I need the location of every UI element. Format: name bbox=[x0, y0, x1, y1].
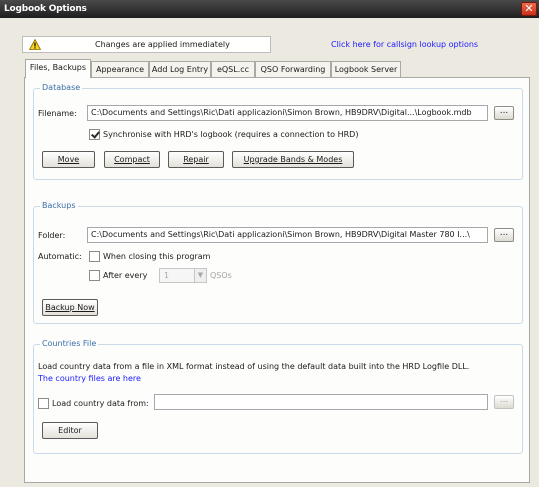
when-closing-label: When closing this program bbox=[103, 252, 211, 261]
database-browse-button[interactable]: ... bbox=[494, 106, 514, 120]
backups-group: Backups Folder: C:\Documents and Setting… bbox=[33, 201, 523, 324]
warning-icon bbox=[29, 39, 41, 50]
load-country-data-checkbox[interactable] bbox=[38, 398, 49, 409]
qsos-unit-label: QSOs bbox=[210, 271, 232, 280]
move-button[interactable]: Move bbox=[42, 151, 95, 168]
upgrade-button-label: Upgrade Bands & Modes bbox=[243, 155, 343, 164]
backup-browse-button[interactable]: ... bbox=[494, 228, 514, 242]
compact-button-label: Compact bbox=[114, 155, 150, 164]
logbook-options-window: Logbook Options ✕ Changes are applied im… bbox=[0, 0, 539, 487]
info-message: Changes are applied immediately bbox=[95, 40, 230, 49]
title-bar: Logbook Options ✕ bbox=[0, 0, 539, 18]
country-files-link[interactable]: The country files are here bbox=[38, 374, 141, 383]
upgrade-bands-modes-button[interactable]: Upgrade Bands & Modes bbox=[232, 151, 354, 168]
country-data-path-field[interactable] bbox=[154, 394, 488, 410]
editor-button[interactable]: Editor bbox=[42, 422, 98, 439]
after-every-label: After every bbox=[103, 271, 148, 280]
database-group-title: Database bbox=[40, 83, 83, 92]
chevron-down-icon: ▼ bbox=[194, 269, 206, 282]
backups-group-title: Backups bbox=[40, 201, 78, 210]
repair-button-label: Repair bbox=[183, 155, 209, 164]
backup-interval-select[interactable]: 1 ▼ bbox=[159, 268, 207, 283]
tab-qso-forwarding[interactable]: QSO Forwarding bbox=[255, 61, 331, 77]
sync-hrd-label: Synchronise with HRD's logbook (requires… bbox=[103, 130, 359, 139]
folder-label: Folder: bbox=[38, 231, 66, 240]
compact-button[interactable]: Compact bbox=[104, 151, 160, 168]
files-backups-panel: Database Filename: C:\Documents and Sett… bbox=[24, 77, 530, 483]
backup-now-button[interactable]: Backup Now bbox=[42, 299, 98, 316]
sync-hrd-checkbox[interactable] bbox=[89, 129, 100, 140]
filename-label: Filename: bbox=[38, 109, 77, 118]
load-country-data-label: Load country data from: bbox=[52, 399, 149, 408]
tab-logbook-server[interactable]: Logbook Server bbox=[331, 61, 401, 77]
countries-browse-button[interactable]: ... bbox=[494, 395, 514, 409]
countries-description: Load country data from a file in XML for… bbox=[38, 362, 470, 371]
tab-eqsl[interactable]: eQSL.cc bbox=[211, 61, 255, 77]
filename-field[interactable]: C:\Documents and Settings\Ric\Dati appli… bbox=[87, 105, 488, 121]
backup-now-label: Backup Now bbox=[45, 303, 95, 312]
countries-file-group: Countries File Load country data from a … bbox=[33, 339, 523, 454]
close-button[interactable]: ✕ bbox=[521, 2, 537, 16]
backup-folder-field[interactable]: C:\Documents and Settings\Ric\Dati appli… bbox=[87, 227, 488, 243]
info-bar: Changes are applied immediately bbox=[22, 36, 271, 53]
countries-group-title: Countries File bbox=[40, 339, 99, 348]
database-group: Database Filename: C:\Documents and Sett… bbox=[33, 83, 523, 180]
callsign-lookup-link[interactable]: Click here for callsign lookup options bbox=[331, 40, 478, 49]
repair-button[interactable]: Repair bbox=[168, 151, 224, 168]
backup-interval-value: 1 bbox=[164, 271, 170, 280]
tab-add-log-entry[interactable]: Add Log Entry bbox=[149, 61, 211, 77]
tab-appearance[interactable]: Appearance bbox=[91, 61, 149, 77]
automatic-label: Automatic: bbox=[38, 252, 82, 261]
tab-files-backups[interactable]: Files, Backups bbox=[25, 59, 91, 78]
window-title: Logbook Options bbox=[4, 4, 87, 14]
after-every-checkbox[interactable] bbox=[89, 270, 100, 281]
when-closing-checkbox[interactable] bbox=[89, 251, 100, 262]
move-button-label: Move bbox=[57, 155, 80, 164]
